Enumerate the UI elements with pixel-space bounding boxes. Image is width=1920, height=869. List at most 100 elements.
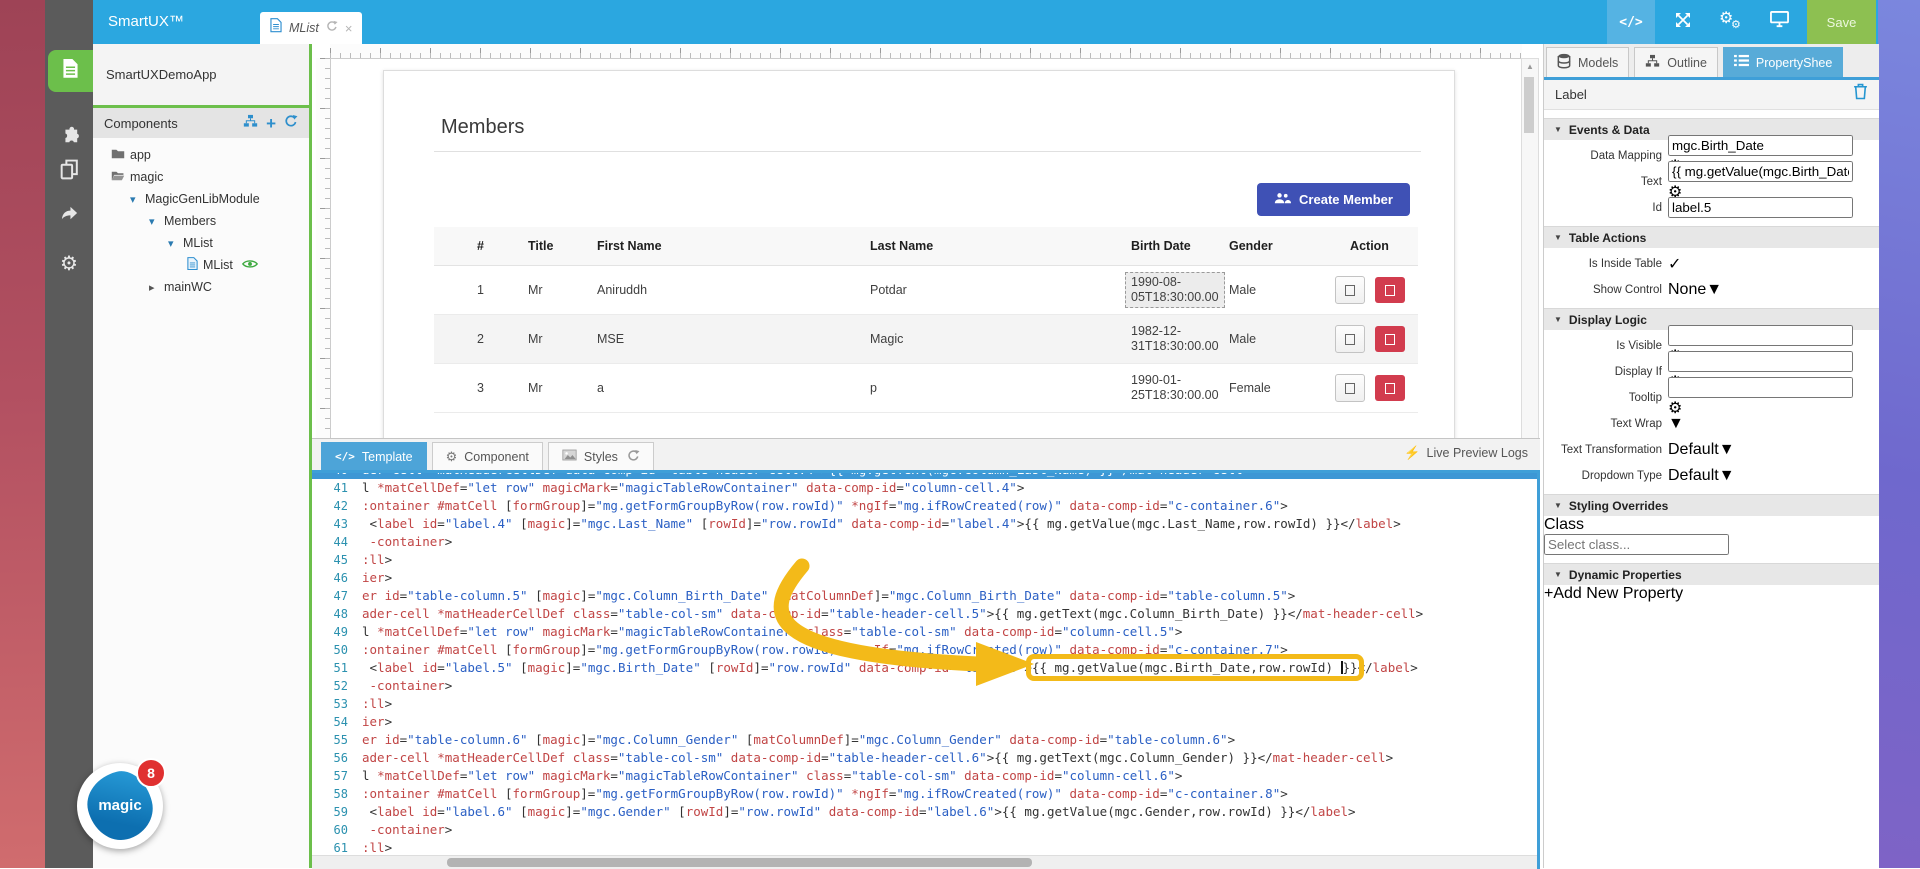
section-header-styling-overrides[interactable]: ▼ Styling Overrides	[1544, 494, 1879, 516]
property-label: Is Inside Table	[1588, 257, 1662, 270]
tree-item-app[interactable]: app	[93, 144, 309, 166]
action-cell	[1321, 276, 1418, 304]
birth-date-label[interactable]: 1990-01- 25T18:30:00.00	[1131, 373, 1219, 402]
section-title: Styling Overrides	[1568, 498, 1669, 513]
checkbox-checked[interactable]: ✓	[1668, 254, 1681, 274]
chevron-down-icon: ▼	[1706, 280, 1723, 298]
refresh-icon[interactable]	[284, 114, 298, 133]
rail-item-puzzle[interactable]	[45, 117, 93, 157]
live-preview-logs-button[interactable]: ⚡ Live Preview Logs	[1404, 445, 1528, 461]
save-button[interactable]: Save	[1807, 0, 1876, 44]
add-new-property-button[interactable]: +Add New Property	[1544, 585, 1879, 603]
property-input[interactable]	[1668, 351, 1853, 372]
create-member-button[interactable]: Create Member	[1257, 183, 1410, 216]
property-label: Dropdown Type	[1581, 469, 1662, 482]
line-number: 54	[333, 715, 348, 729]
code-view-button[interactable]: </>	[1607, 0, 1655, 44]
section-header-dynamic-properties[interactable]: ▼ Dynamic Properties	[1544, 563, 1879, 585]
tree-item-members[interactable]: ▾ Members	[93, 210, 309, 232]
property-label: Class	[1544, 516, 1585, 533]
template-code-editor[interactable]: 40der-cell *matHeaderCellDef data-comp-i…	[312, 473, 1540, 856]
birth-date-label-selected[interactable]: 1990-08- 05T18:30:00.00	[1125, 272, 1225, 308]
fullscreen-button[interactable]	[1663, 0, 1703, 44]
scrollbar-thumb[interactable]	[1524, 77, 1534, 133]
property-control: None▼	[1668, 281, 1722, 299]
scroll-up-arrow[interactable]: ▲	[1522, 59, 1538, 74]
code-line: 50:ontainer #matCell [formGroup]="mg.get…	[312, 641, 1540, 659]
annotation-highlight-box: {{ mg.getValue(mgc.Birth_Date,row.rowId)…	[1025, 654, 1364, 681]
copy-icon	[60, 159, 79, 185]
select-dropdown[interactable]: Default▼	[1668, 441, 1735, 459]
property-input[interactable]	[1668, 135, 1853, 156]
column-header-firstname: First Name	[597, 239, 662, 253]
chevron-down-icon[interactable]: ▾	[149, 215, 159, 228]
tab-styles[interactable]: Styles	[547, 442, 654, 470]
code-line: 45:ll>	[312, 551, 1540, 569]
edit-row-button[interactable]	[1334, 325, 1365, 353]
code-line: 51 <label id="label.5" [magic]="mgc.Birt…	[312, 654, 1540, 681]
property-row-id: Id	[1544, 197, 1871, 218]
horizontal-ruler	[330, 44, 1522, 59]
trash-icon[interactable]	[1853, 83, 1868, 105]
line-number: 56	[333, 751, 348, 765]
edit-row-button[interactable]	[1334, 276, 1365, 304]
code-panel: </> Template ⚙ Component Styles ⚡ Live P…	[312, 438, 1540, 869]
close-icon[interactable]: ×	[345, 21, 353, 36]
rail-item-gear[interactable]: ⚙	[45, 244, 93, 284]
delete-row-button[interactable]	[1374, 326, 1405, 352]
tree-item-mlist[interactable]: ▾ MList	[93, 232, 309, 254]
chevron-down-icon[interactable]: ▾	[130, 193, 140, 206]
folder-open-icon	[111, 170, 125, 184]
delete-row-button[interactable]	[1374, 375, 1405, 401]
property-input[interactable]	[1668, 377, 1853, 398]
refresh-icon[interactable]	[326, 19, 338, 37]
rail-item-copy[interactable]	[45, 152, 93, 192]
tab-template[interactable]: </> Template	[321, 442, 427, 470]
canvas-scrollbar[interactable]: ▲	[1521, 58, 1539, 438]
chevron-right-icon[interactable]: ▸	[149, 281, 159, 294]
magic-logo-button[interactable]: magic 8	[77, 758, 166, 849]
code-line: 43 <label id="label.4" [magic]="mgc.Last…	[312, 515, 1540, 533]
project-name[interactable]: SmartUXDemoApp	[93, 44, 309, 108]
rail-item-share[interactable]	[45, 195, 93, 235]
line-number: 52	[333, 679, 348, 693]
select-dropdown[interactable]: None▼	[1668, 281, 1722, 299]
code-line: 60 -container>	[312, 821, 1540, 839]
birth-date-label[interactable]: 1982-12- 31T18:30:00.00	[1131, 324, 1219, 353]
gear-icon: ⚙	[445, 449, 458, 464]
tab-models[interactable]: Models	[1546, 47, 1630, 77]
sitemap-icon[interactable]	[243, 114, 258, 133]
tree-item-mainwc[interactable]: ▸ mainWC	[93, 276, 309, 298]
section-header-table-actions[interactable]: ▼ Table Actions	[1544, 226, 1879, 248]
tab-template-label: Template	[361, 449, 413, 464]
class-input[interactable]	[1544, 534, 1729, 555]
delete-row-button[interactable]	[1374, 277, 1405, 303]
preview-button[interactable]	[1759, 0, 1799, 44]
select-dropdown[interactable]: Default▼	[1668, 467, 1735, 485]
code-line: 58:ontainer #matCell [formGroup]="mg.get…	[312, 785, 1540, 803]
table-cell: 3	[477, 381, 484, 395]
refresh-icon[interactable]	[627, 449, 640, 465]
chevron-down-icon[interactable]: ▾	[168, 237, 178, 250]
puzzle-icon	[60, 125, 79, 149]
tree-item-magic[interactable]: magic	[93, 166, 309, 188]
property-input[interactable]	[1668, 197, 1853, 218]
property-input[interactable]	[1668, 325, 1853, 346]
edit-row-button[interactable]	[1334, 374, 1365, 402]
scrollbar-thumb[interactable]	[447, 858, 1032, 867]
tree-item-magicgenlibmodule[interactable]: ▾ MagicGenLibModule	[93, 188, 309, 210]
tree-item-mlist[interactable]: MList	[93, 254, 309, 276]
select-dropdown[interactable]: ▼	[1668, 415, 1684, 433]
tab-propertysheet[interactable]: PropertyShee	[1722, 47, 1844, 77]
eye-icon[interactable]	[241, 258, 258, 272]
gear-icon[interactable]: ⚙	[1668, 398, 1853, 418]
rail-item-document[interactable]	[48, 50, 93, 92]
services-button[interactable]: ⚙ ⚙	[1711, 0, 1751, 44]
tab-component[interactable]: ⚙ Component	[431, 442, 543, 470]
open-tab-mlist[interactable]: MList ×	[260, 12, 363, 44]
tab-outline[interactable]: Outline	[1634, 47, 1718, 77]
code-horizontal-scrollbar[interactable]	[312, 855, 1537, 869]
property-input[interactable]	[1668, 161, 1853, 182]
chevron-down-icon: ▼	[1554, 125, 1562, 134]
plus-icon[interactable]: +	[266, 115, 276, 132]
